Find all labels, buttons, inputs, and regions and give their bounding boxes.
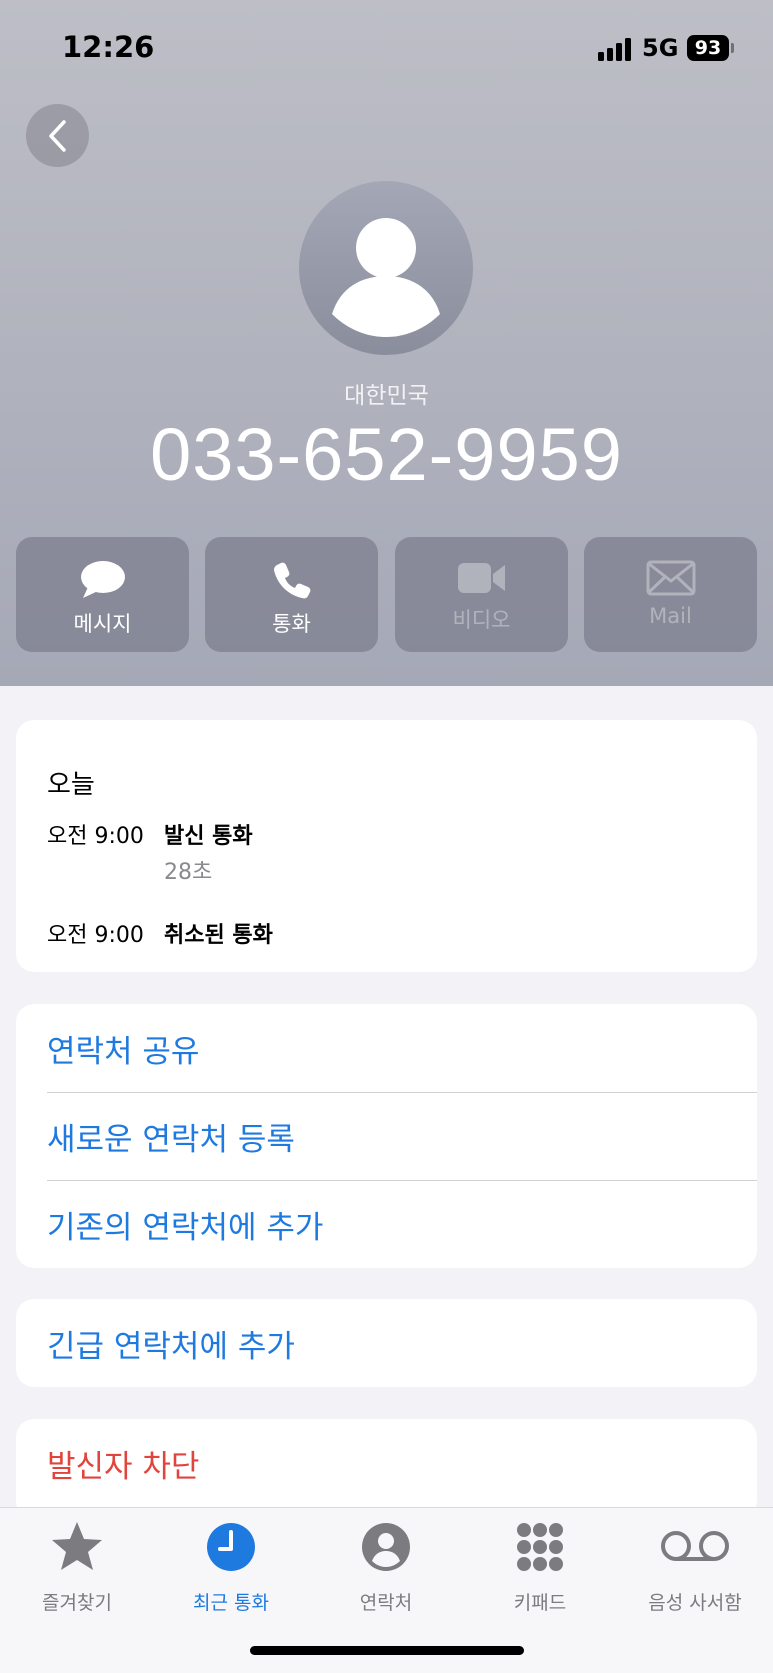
call-duration: 28초	[164, 860, 213, 885]
contact-options-card: 연락처 공유 새로운 연락처 등록 기존의 연락처에 추가	[16, 1004, 757, 1268]
video-button[interactable]: 비디오	[395, 537, 568, 652]
tab-keypad[interactable]: 키패드	[463, 1508, 617, 1618]
avatar	[299, 181, 473, 355]
call-type: 취소된 통화	[164, 923, 273, 948]
video-icon	[457, 563, 505, 593]
status-time: 12:26	[62, 30, 155, 64]
call-button[interactable]: 통화	[205, 537, 378, 652]
history-date: 오늘	[47, 770, 95, 800]
block-caller-button[interactable]: 발신자 차단	[47, 1419, 757, 1507]
call-time: 오전 9:00	[47, 923, 144, 948]
signal-icon	[598, 37, 634, 61]
person-circle-icon	[362, 1523, 410, 1571]
emergency-card: 긴급 연락처에 추가	[16, 1299, 757, 1387]
person-silhouette-icon	[332, 218, 440, 337]
battery-icon: 93	[687, 35, 729, 61]
call-history-card: 오늘 오전 9:00 발신 통화 28초 오전 9:00 취소된 통화	[16, 720, 757, 972]
block-card: 발신자 차단	[16, 1419, 757, 1519]
voicemail-icon	[661, 1531, 729, 1561]
tab-recents[interactable]: 최근 통화	[154, 1508, 308, 1618]
country-label: 대한민국	[344, 383, 429, 409]
chevron-left-icon	[48, 119, 66, 152]
mail-label: Mail	[649, 604, 692, 628]
add-emergency-contact-button[interactable]: 긴급 연락처에 추가	[47, 1299, 757, 1387]
call-type: 발신 통화	[164, 824, 253, 849]
tab-label: 키패드	[513, 1592, 567, 1614]
action-buttons: 메시지 통화 비디오 Mail	[16, 537, 757, 652]
tab-contacts[interactable]: 연락처	[309, 1508, 463, 1618]
share-contact-button[interactable]: 연락처 공유	[47, 1004, 757, 1092]
status-bar: 12:26 5G 93	[0, 0, 773, 96]
tab-label: 음성 사서함	[648, 1592, 742, 1614]
star-icon	[52, 1522, 102, 1570]
mail-icon	[646, 560, 695, 596]
tab-label: 최근 통화	[193, 1592, 269, 1614]
clock-icon	[207, 1523, 255, 1571]
network-label: 5G	[642, 34, 679, 62]
tab-voicemail[interactable]: 음성 사서함	[618, 1508, 772, 1618]
message-button[interactable]: 메시지	[16, 537, 189, 652]
keypad-icon	[517, 1523, 563, 1571]
mail-button[interactable]: Mail	[584, 537, 757, 652]
back-button[interactable]	[26, 104, 89, 167]
tab-bar: 즐겨찾기 최근 통화 연락처 키패드 음성 사서함	[0, 1507, 773, 1673]
call-time: 오전 9:00	[47, 824, 144, 849]
tab-label: 즐겨찾기	[42, 1592, 112, 1614]
video-label: 비디오	[452, 608, 511, 632]
message-label: 메시지	[73, 612, 132, 636]
tab-label: 연락처	[359, 1592, 413, 1614]
phone-number: 033-652-9959	[150, 413, 623, 496]
phone-icon	[273, 562, 310, 599]
home-indicator	[250, 1646, 524, 1655]
add-to-existing-button[interactable]: 기존의 연락처에 추가	[47, 1180, 757, 1268]
message-icon	[80, 561, 125, 598]
tab-favorites[interactable]: 즐겨찾기	[0, 1508, 154, 1618]
create-contact-button[interactable]: 새로운 연락처 등록	[47, 1092, 757, 1180]
contact-header: 12:26 5G 93 대한민국 033-652-9959 메시지 통화 비디오…	[0, 0, 773, 686]
battery-tip	[731, 43, 734, 53]
call-label: 통화	[272, 612, 311, 636]
